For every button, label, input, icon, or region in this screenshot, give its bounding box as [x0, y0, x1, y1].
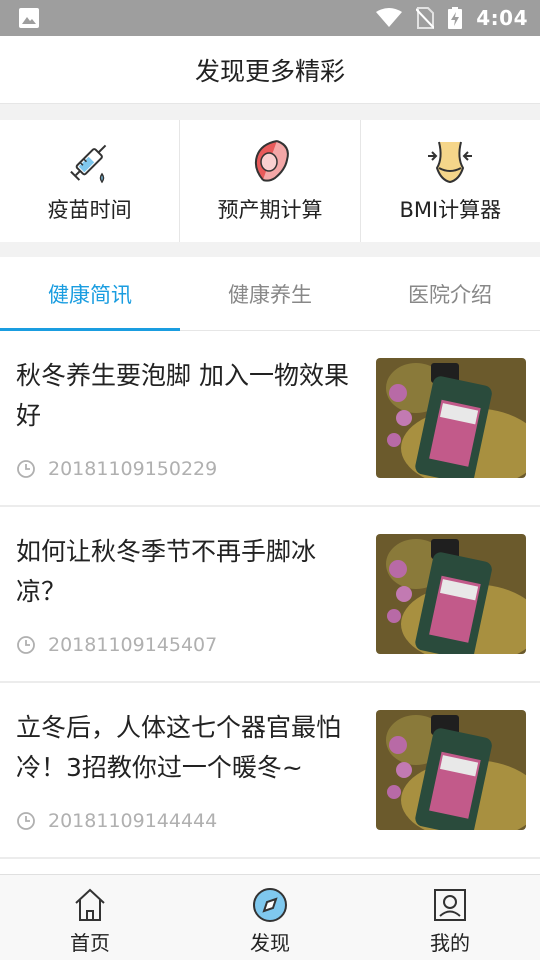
- compass-icon: [253, 888, 287, 922]
- waist-icon: [428, 141, 473, 184]
- tool-label: BMI计算器: [399, 198, 502, 222]
- section-divider: [0, 242, 540, 257]
- status-bar: 4:04: [0, 0, 540, 36]
- tool-label: 预产期计算: [217, 198, 323, 222]
- article-timestamp: 20181109144444: [48, 810, 218, 832]
- app-header: 发现更多精彩: [0, 36, 540, 104]
- profile-icon: [434, 889, 466, 921]
- wifi-icon: [376, 8, 403, 27]
- article-title: 秋冬养生要泡脚 加入一物效果好: [16, 361, 349, 430]
- clock-icon: [17, 460, 35, 478]
- article-list: 秋冬养生要泡脚 加入一物效果好 20181109150229 如何让秋冬季节不再…: [0, 331, 540, 859]
- article-title: 立冬后，人体这七个器官最怕冷！3招教你过一个暖冬~: [16, 713, 342, 782]
- category-tabs: 健康简讯 健康养生 医院介绍: [0, 257, 540, 331]
- pregnancy-icon: [254, 140, 289, 182]
- clock-icon: [17, 636, 35, 654]
- article-item[interactable]: 秋冬养生要泡脚 加入一物效果好 20181109150229: [0, 331, 540, 507]
- article-item[interactable]: 立冬后，人体这七个器官最怕冷！3招教你过一个暖冬~ 20181109144444: [0, 683, 540, 859]
- syringe-icon: [69, 144, 106, 184]
- tab-health-news[interactable]: 健康简讯: [0, 257, 180, 331]
- article-item[interactable]: 如何让秋冬季节不再手脚冰凉？ 20181109145407: [0, 507, 540, 683]
- article-thumbnail: [376, 358, 526, 478]
- nav-discover[interactable]: 发现: [180, 875, 360, 960]
- tool-vaccine-time[interactable]: 疫苗时间: [0, 120, 181, 242]
- tab-health-wellness[interactable]: 健康养生: [180, 257, 360, 330]
- bottom-navigation: 首页 发现 我的: [0, 874, 540, 960]
- nav-label: 我的: [430, 931, 470, 955]
- article-timestamp: 20181109145407: [48, 634, 218, 656]
- nav-home[interactable]: 首页: [0, 875, 180, 960]
- nav-label: 首页: [70, 931, 110, 955]
- article-thumbnail: [376, 534, 526, 654]
- tool-due-date[interactable]: 预产期计算: [180, 120, 361, 242]
- no-sim-icon: [416, 7, 435, 29]
- page-title: 发现更多精彩: [194, 56, 345, 86]
- tool-grid: 疫苗时间 预产期计算 BMI计算器: [0, 120, 540, 242]
- clock-icon: [17, 812, 35, 830]
- nav-label: 发现: [250, 931, 290, 955]
- status-time: 4:04: [476, 6, 528, 30]
- nav-profile[interactable]: 我的: [360, 875, 540, 960]
- home-icon: [75, 888, 105, 921]
- section-divider: [0, 104, 540, 120]
- tab-hospital-intro[interactable]: 医院介绍: [360, 257, 540, 330]
- image-notification-icon: [19, 8, 39, 28]
- battery-icon: [448, 7, 463, 29]
- article-title: 如何让秋冬季节不再手脚冰凉？: [16, 537, 317, 606]
- tool-bmi-calculator[interactable]: BMI计算器: [361, 120, 540, 242]
- article-thumbnail: [376, 710, 526, 830]
- article-timestamp: 20181109150229: [48, 458, 218, 480]
- tool-label: 疫苗时间: [47, 198, 132, 222]
